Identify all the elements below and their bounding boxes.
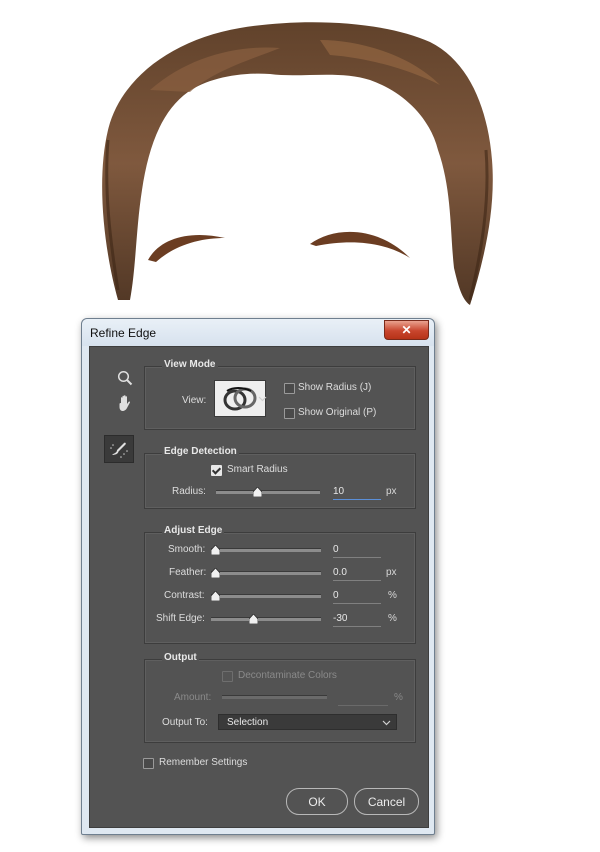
edge-detection-group: [144, 453, 416, 509]
refine-radius-brush-icon: [110, 442, 128, 458]
left-eyebrow: [148, 234, 225, 262]
decontaminate-label: Decontaminate Colors: [238, 670, 337, 681]
output-to-select[interactable]: Selection: [218, 714, 397, 730]
remember-settings-label: Remember Settings: [159, 757, 248, 768]
hand-icon: [119, 395, 131, 411]
amount-slider[interactable]: [222, 695, 327, 699]
smooth-label: Smooth:: [168, 544, 206, 555]
shift-edge-slider[interactable]: [211, 617, 321, 621]
contrast-unit: %: [388, 590, 397, 601]
smooth-slider[interactable]: [211, 548, 321, 552]
smooth-slider-thumb[interactable]: [211, 545, 220, 555]
chevron-down-icon: [382, 720, 391, 726]
hand-tool[interactable]: [113, 391, 137, 415]
edge-detection-title: Edge Detection: [162, 446, 239, 457]
hair-shape: [102, 22, 493, 306]
ok-button-label: OK: [308, 794, 326, 809]
feather-input[interactable]: 0.0: [333, 567, 381, 581]
right-eyebrow: [310, 231, 410, 258]
amount-unit: %: [394, 692, 403, 703]
radius-label: Radius:: [172, 486, 206, 497]
zoom-icon: [117, 370, 133, 386]
show-radius-checkbox[interactable]: [284, 383, 295, 394]
close-icon: ✕: [401, 323, 412, 337]
ok-button[interactable]: OK: [286, 788, 348, 815]
adjust-edge-title: Adjust Edge: [162, 525, 225, 536]
shift-edge-slider-thumb[interactable]: [249, 614, 258, 624]
show-radius-label: Show Radius (J): [298, 382, 372, 393]
remember-settings-checkbox[interactable]: [143, 758, 154, 769]
show-original-checkbox[interactable]: [284, 408, 295, 419]
cancel-button-label: Cancel: [367, 794, 406, 809]
output-to-value: Selection: [227, 716, 269, 728]
shift-edge-unit: %: [388, 613, 397, 624]
decontaminate-checkbox[interactable]: [222, 671, 233, 682]
dialog-panel: View Mode View: Show Radius (J) Show Ori…: [89, 346, 429, 828]
chevron-down-icon: [258, 396, 266, 401]
view-mode-title: View Mode: [162, 359, 218, 370]
feather-label: Feather:: [169, 567, 207, 578]
view-dropdown-arrow[interactable]: [256, 380, 268, 417]
title-bar[interactable]: Refine Edge ✕: [82, 319, 434, 346]
radius-unit: px: [386, 486, 397, 497]
contrast-slider[interactable]: [211, 594, 321, 598]
output-title: Output: [162, 652, 199, 663]
view-label: View:: [182, 395, 207, 406]
radius-slider-thumb[interactable]: [253, 487, 262, 497]
radius-slider[interactable]: [216, 490, 320, 494]
shift-edge-input[interactable]: -30: [333, 613, 381, 627]
feather-unit: px: [386, 567, 397, 578]
contrast-slider-thumb[interactable]: [211, 591, 220, 601]
dialog-title: Refine Edge: [90, 326, 157, 340]
refine-radius-tool[interactable]: [104, 435, 134, 463]
feather-slider[interactable]: [211, 571, 321, 575]
smart-radius-checkbox[interactable]: [211, 465, 222, 476]
smooth-input[interactable]: 0: [333, 544, 381, 558]
zoom-tool[interactable]: [113, 366, 137, 390]
contrast-input[interactable]: 0: [333, 590, 381, 604]
contrast-label: Contrast:: [164, 590, 205, 601]
close-button[interactable]: ✕: [384, 320, 429, 340]
feather-slider-thumb[interactable]: [211, 568, 220, 578]
refine-edge-dialog: Refine Edge ✕ View Mode View: Show Radiu…: [81, 318, 435, 835]
show-original-label: Show Original (P): [298, 407, 377, 418]
shift-edge-label: Shift Edge:: [156, 613, 205, 624]
output-to-label: Output To:: [162, 717, 208, 728]
cancel-button[interactable]: Cancel: [354, 788, 419, 815]
amount-label: Amount:: [174, 692, 212, 703]
smart-radius-label: Smart Radius: [227, 464, 288, 475]
radius-input[interactable]: 10: [333, 486, 381, 500]
amount-input[interactable]: [338, 692, 388, 706]
